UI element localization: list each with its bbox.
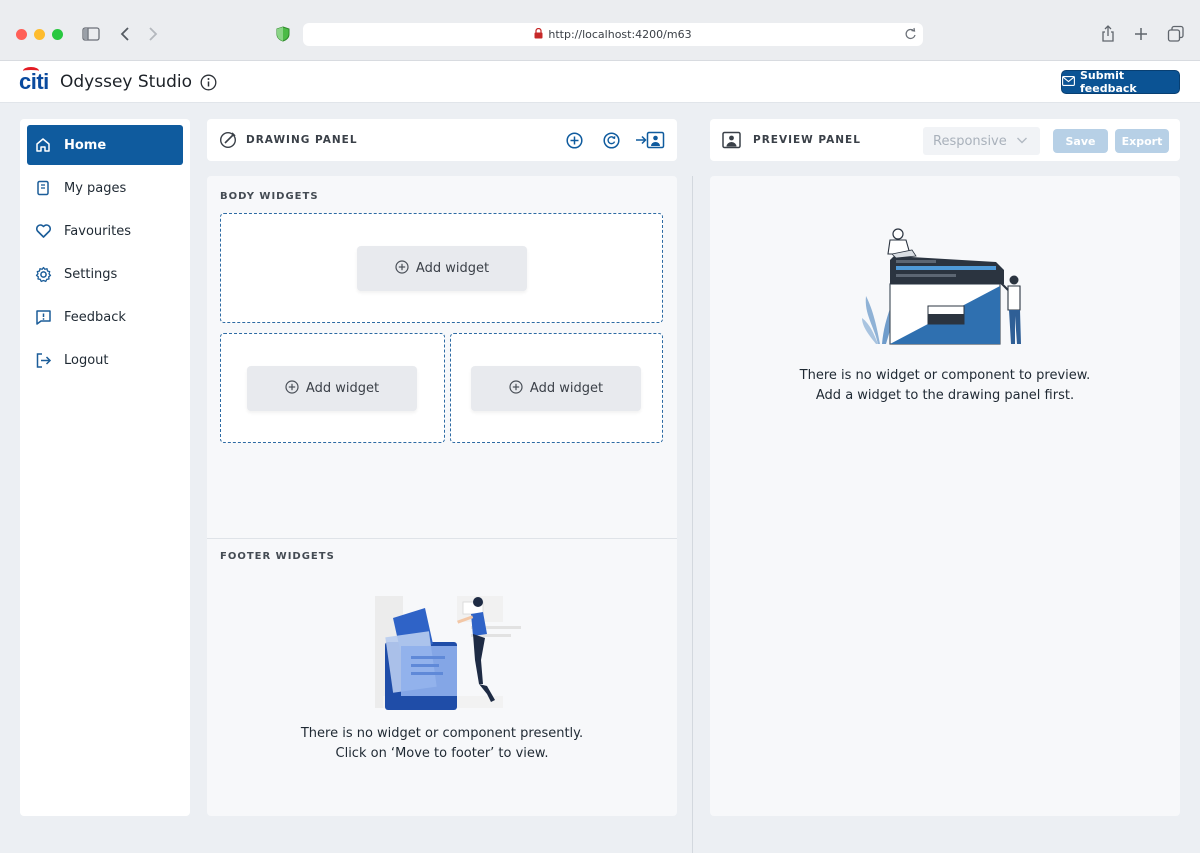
tab-overview-icon[interactable]: [1166, 24, 1186, 44]
browser-toolbar: http://localhost:4200/m63: [0, 0, 1200, 61]
preview-panel-title: PREVIEW PANEL: [753, 134, 861, 146]
add-widget-button[interactable]: Add widget: [247, 366, 417, 411]
view-mode-value: Responsive: [933, 133, 1007, 149]
add-widget-label: Add widget: [415, 261, 490, 276]
pages-icon: [34, 179, 52, 197]
sidebar-item-label: My pages: [64, 180, 127, 196]
lock-icon: [534, 27, 543, 42]
add-widget-button[interactable]: Add widget: [357, 246, 527, 291]
logout-icon: [34, 351, 52, 369]
sidebar-item-favourites[interactable]: Favourites: [27, 211, 183, 251]
sidebar-item-label: Settings: [64, 266, 118, 282]
sidebar-item-feedback[interactable]: Feedback: [27, 297, 183, 337]
sidebar-item-settings[interactable]: Settings: [27, 254, 183, 294]
footer-widgets-label: FOOTER WIDGETS: [220, 551, 335, 562]
submit-feedback-button[interactable]: Submit feedback: [1061, 69, 1180, 95]
home-icon: [34, 136, 52, 154]
add-widget-label: Add widget: [529, 381, 604, 396]
submit-feedback-label: Submit feedback: [1080, 69, 1137, 95]
gear-icon: [34, 265, 52, 283]
add-circle-icon: [395, 259, 409, 278]
new-tab-icon[interactable]: [1131, 24, 1151, 44]
footer-empty-line-2: Click on ‘Move to footer’ to view.: [335, 746, 549, 761]
preview-icon: [722, 131, 741, 153]
sidebar-toggle-icon[interactable]: [81, 24, 101, 44]
chevron-down-icon: [1016, 133, 1028, 151]
add-circle-icon: [509, 379, 523, 398]
url-text: http://localhost:4200/m63: [548, 28, 692, 41]
preview-empty-line-1: There is no widget or component to previ…: [799, 368, 1091, 383]
sidebar-item-my-pages[interactable]: My pages: [27, 168, 183, 208]
body-dropzone-full[interactable]: Add widget: [220, 213, 663, 323]
info-icon[interactable]: [200, 74, 217, 95]
reload-icon[interactable]: [904, 27, 917, 44]
citi-logo-arc: [23, 67, 39, 75]
add-circle-icon[interactable]: [566, 132, 583, 153]
sidebar-item-label: Logout: [64, 352, 109, 368]
drawing-icon: [219, 131, 237, 153]
sidebar: Home My pages Favourites Settings Feedba…: [20, 119, 190, 816]
share-icon[interactable]: [1098, 24, 1118, 44]
body-widgets-label: BODY WIDGETS: [220, 191, 319, 202]
address-bar[interactable]: http://localhost:4200/m63: [303, 23, 923, 46]
feedback-icon: [34, 308, 52, 326]
shield-icon[interactable]: [273, 24, 293, 44]
body-dropzone-right[interactable]: Add widget: [450, 333, 663, 443]
preview-empty-text: There is no widget or component to previ…: [710, 366, 1180, 406]
preview-empty-line-2: Add a widget to the drawing panel first.: [815, 388, 1075, 403]
panel-separator: [692, 176, 693, 853]
sidebar-item-home[interactable]: Home: [27, 125, 183, 165]
drawing-panel-body: BODY WIDGETS Add widget Add widget Add w…: [207, 176, 677, 816]
drawing-panel-title: DRAWING PANEL: [246, 134, 358, 146]
refresh-icon[interactable]: [603, 132, 620, 153]
preview-empty-illustration: [860, 226, 1032, 352]
preview-panel-body: There is no widget or component to previ…: [710, 176, 1180, 816]
move-to-preview-icon[interactable]: [635, 131, 665, 153]
footer-divider: [207, 538, 677, 539]
forward-icon[interactable]: [143, 24, 163, 44]
sidebar-item-label: Home: [64, 137, 107, 153]
close-window-button[interactable]: [16, 29, 27, 40]
heart-icon: [34, 222, 52, 240]
view-mode-select[interactable]: Responsive: [923, 127, 1040, 155]
export-button[interactable]: Export: [1115, 129, 1169, 153]
footer-empty-text: There is no widget or component presentl…: [207, 724, 677, 764]
back-icon[interactable]: [115, 24, 135, 44]
save-button[interactable]: Save: [1053, 129, 1108, 153]
sidebar-item-logout[interactable]: Logout: [27, 340, 183, 380]
add-circle-icon: [285, 379, 299, 398]
zoom-window-button[interactable]: [52, 29, 63, 40]
minimize-window-button[interactable]: [34, 29, 45, 40]
app-header: citi Odyssey Studio Submit feedback: [0, 61, 1200, 103]
sidebar-item-label: Favourites: [64, 223, 131, 239]
body-dropzone-left[interactable]: Add widget: [220, 333, 445, 443]
footer-empty-illustration: [375, 594, 527, 716]
drawing-panel-header: DRAWING PANEL: [207, 119, 677, 161]
add-widget-button[interactable]: Add widget: [471, 366, 641, 411]
app-title: Odyssey Studio: [60, 72, 193, 92]
mail-icon: [1062, 75, 1075, 89]
add-widget-label: Add widget: [305, 381, 380, 396]
sidebar-item-label: Feedback: [64, 309, 126, 325]
footer-empty-line-1: There is no widget or component presentl…: [300, 726, 584, 741]
